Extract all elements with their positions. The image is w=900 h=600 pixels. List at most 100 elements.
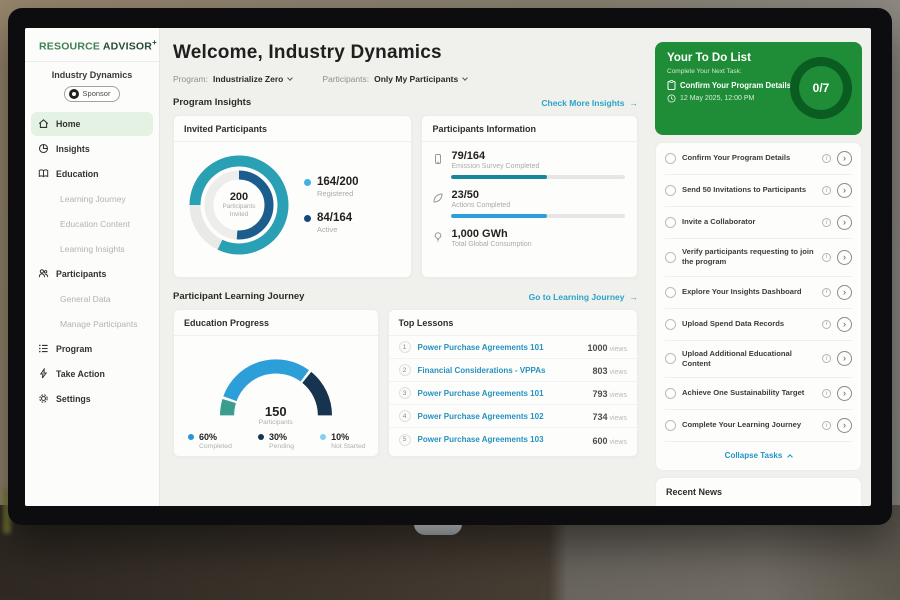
lesson-row[interactable]: 4 Power Purchase Agreements 102 734views — [389, 405, 637, 428]
info-icon[interactable]: i — [822, 154, 831, 163]
task-label: Invite a Collaborator — [682, 217, 816, 227]
sponsor-label: Sponsor — [83, 89, 111, 98]
task-checkbox[interactable] — [665, 252, 676, 263]
task-label: Verify participants requesting to join t… — [682, 247, 816, 268]
task-go-button[interactable]: › — [837, 418, 852, 433]
task-row[interactable]: Complete Your Learning Journey i › — [665, 410, 852, 442]
task-row[interactable]: Upload Spend Data Records i › — [665, 309, 852, 341]
info-icon[interactable]: i — [822, 186, 831, 195]
task-row[interactable]: Achieve One Sustainability Target i › — [665, 378, 852, 410]
task-go-button[interactable]: › — [837, 317, 852, 332]
chevron-up-icon — [787, 454, 793, 460]
donut-center-label: Invited — [230, 211, 249, 219]
task-go-button[interactable]: › — [837, 215, 852, 230]
sidebar-item-education-content[interactable]: Education Content — [31, 212, 153, 236]
invited-donut-chart: 200 Participants Invited — [184, 150, 294, 260]
task-checkbox[interactable] — [665, 185, 676, 196]
stat-value: 79/164 — [451, 150, 625, 162]
participants-filter[interactable]: Participants: Only My Participants — [322, 74, 467, 84]
legend-completed: 60% Completed — [188, 432, 232, 450]
lesson-link[interactable]: Power Purchase Agreements 101 — [418, 389, 586, 398]
legend-label: Pending — [269, 443, 294, 450]
task-checkbox[interactable] — [665, 353, 676, 364]
task-go-button[interactable]: › — [837, 351, 852, 366]
sidebar-item-learning-journey[interactable]: Learning Journey — [31, 187, 153, 211]
task-label: Complete Your Learning Journey — [682, 420, 816, 430]
info-icon[interactable]: i — [822, 421, 831, 430]
views-label: views — [609, 346, 627, 353]
info-icon[interactable]: i — [822, 389, 831, 398]
task-checkbox[interactable] — [665, 319, 676, 330]
lesson-row[interactable]: 3 Power Purchase Agreements 101 793views — [389, 382, 637, 405]
sidebar-item-take-action[interactable]: Take Action — [31, 362, 153, 386]
lesson-link[interactable]: Power Purchase Agreements 102 — [418, 412, 586, 421]
lesson-rank: 2 — [399, 364, 411, 376]
task-row[interactable]: Confirm Your Program Details i › — [665, 143, 852, 175]
sidebar-item-insights[interactable]: Insights — [31, 137, 153, 161]
sponsor-badge[interactable]: Sponsor — [64, 86, 121, 102]
chevron-down-icon — [462, 75, 468, 81]
task-row[interactable]: Upload Additional Educational Content i … — [665, 341, 852, 379]
task-row[interactable]: Explore Your Insights Dashboard i › — [665, 277, 852, 309]
sidebar-item-label: Education Content — [60, 219, 130, 229]
todo-summary-card: Your To Do List Complete Your Next Task:… — [655, 42, 862, 135]
task-row[interactable]: Verify participants requesting to join t… — [665, 239, 852, 277]
sidebar-item-label: Participants — [56, 269, 106, 279]
stat-emission-survey: 79/164 Emission Survey Completed — [432, 150, 625, 179]
lesson-link[interactable]: Financial Considerations - VPPAs — [418, 366, 586, 375]
info-icon[interactable]: i — [822, 288, 831, 297]
lesson-row[interactable]: 5 Power Purchase Agreements 103 600views — [389, 428, 637, 451]
info-icon[interactable]: i — [822, 218, 831, 227]
logo-plus: + — [152, 38, 157, 47]
sidebar-item-label: Program — [56, 344, 92, 354]
task-checkbox[interactable] — [665, 217, 676, 228]
task-go-button[interactable]: › — [837, 151, 852, 166]
lesson-rank: 5 — [399, 434, 411, 446]
task-row[interactable]: Invite a Collaborator i › — [665, 207, 852, 239]
sidebar-item-participants[interactable]: Participants — [31, 262, 153, 286]
lesson-row[interactable]: 1 Power Purchase Agreements 101 1000view… — [389, 336, 637, 359]
sidebar-item-manage-participants[interactable]: Manage Participants — [31, 312, 153, 336]
task-checkbox[interactable] — [665, 153, 676, 164]
participants-filter-label: Participants: — [322, 74, 369, 84]
home-icon — [38, 118, 49, 129]
legend-label: Not Started — [331, 443, 365, 450]
info-icon[interactable]: i — [822, 253, 831, 262]
lesson-row[interactable]: 2 Financial Considerations - VPPAs 803vi… — [389, 359, 637, 382]
program-filter[interactable]: Program: Industrialize Zero — [173, 74, 292, 84]
stat-actions-completed: 23/50 Actions Completed — [432, 189, 625, 218]
program-insights-title: Program Insights — [173, 97, 251, 108]
task-go-button[interactable]: › — [837, 285, 852, 300]
lesson-link[interactable]: Power Purchase Agreements 101 — [418, 343, 581, 352]
card-title: Invited Participants — [174, 116, 411, 142]
task-checkbox[interactable] — [665, 388, 676, 399]
program-filter-value: Industrialize Zero — [213, 74, 283, 84]
task-go-button[interactable]: › — [837, 183, 852, 198]
sidebar-item-learning-insights[interactable]: Learning Insights — [31, 237, 153, 261]
task-go-button[interactable]: › — [837, 386, 852, 401]
program-filter-label: Program: — [173, 74, 208, 84]
info-icon[interactable]: i — [822, 354, 831, 363]
settings-icon — [38, 393, 49, 404]
top-lessons-card: Top Lessons 1 Power Purchase Agreements … — [388, 309, 638, 457]
collapse-tasks-link[interactable]: Collapse Tasks — [665, 442, 852, 470]
task-checkbox[interactable] — [665, 287, 676, 298]
views-label: views — [609, 415, 627, 422]
sidebar-item-home[interactable]: Home — [31, 112, 153, 136]
sidebar-item-settings[interactable]: Settings — [31, 387, 153, 411]
task-row[interactable]: Send 50 Invitations to Participants i › — [665, 175, 852, 207]
legend-registered: 164/200 Registered — [304, 176, 359, 198]
check-more-insights-link[interactable]: Check More Insights — [541, 98, 638, 108]
lesson-link[interactable]: Power Purchase Agreements 103 — [418, 435, 586, 444]
info-icon[interactable]: i — [822, 320, 831, 329]
sidebar-item-program[interactable]: Program — [31, 337, 153, 361]
sidebar-item-general-data[interactable]: General Data — [31, 287, 153, 311]
legend-dot — [304, 215, 311, 222]
task-checkbox[interactable] — [665, 420, 676, 431]
go-to-learning-journey-link[interactable]: Go to Learning Journey — [529, 292, 638, 302]
sidebar-item-education[interactable]: Education — [31, 162, 153, 186]
donut-center-value: 200 — [230, 191, 248, 203]
actions-icon — [432, 189, 444, 218]
legend-not-started: 10% Not Started — [320, 432, 365, 450]
task-go-button[interactable]: › — [837, 250, 852, 265]
